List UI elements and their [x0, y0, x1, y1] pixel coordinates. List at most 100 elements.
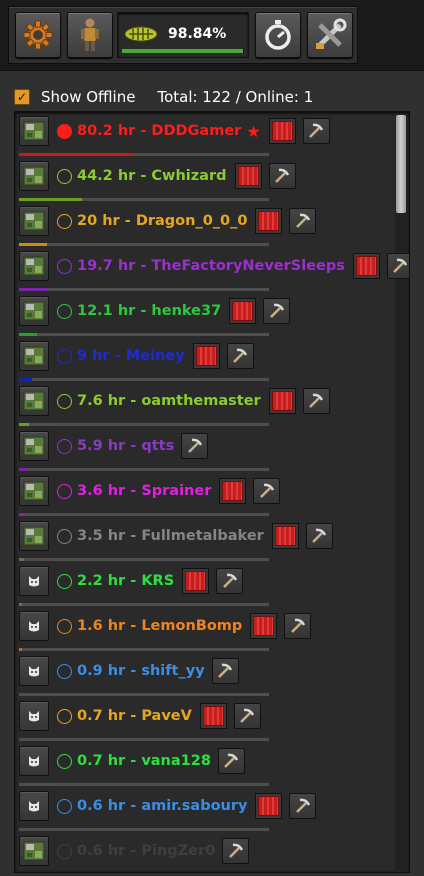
player-flag-button[interactable] — [255, 208, 283, 234]
playtime-bar — [19, 423, 269, 426]
player-pickaxe-button[interactable] — [222, 838, 250, 864]
player-list[interactable]: 80.2 hr - DDDGamer ★ 44.2 hr - Cwhizard 20 … — [14, 111, 410, 873]
player-flag-button[interactable] — [250, 613, 278, 639]
pickaxe-icon — [218, 663, 233, 678]
player-flag-button[interactable] — [182, 568, 210, 594]
gear-icon — [23, 20, 53, 50]
list-scrollbar[interactable] — [395, 114, 407, 870]
playtime-bar-fill — [19, 288, 47, 291]
player-avatar-button[interactable] — [19, 341, 49, 371]
player-pickaxe-button[interactable] — [211, 658, 239, 684]
player-avatar-button[interactable] — [19, 251, 49, 281]
player-pickaxe-button[interactable] — [289, 208, 317, 234]
player-flag-button[interactable] — [229, 298, 257, 324]
player-total: Total: 122 / Online: 1 — [157, 88, 314, 106]
status-indicator — [57, 168, 72, 184]
player-name: 0.6 hr - amir.saboury — [77, 798, 248, 814]
player-flag-button[interactable] — [199, 703, 227, 729]
player-row-content: 19.7 hr - TheFactoryNeverSleeps — [19, 251, 409, 281]
progress-bar — [122, 49, 244, 53]
player-avatar-button[interactable] — [19, 386, 49, 416]
player-pickaxe-button[interactable] — [233, 703, 261, 729]
status-indicator — [57, 438, 72, 454]
player-avatar-button[interactable] — [19, 611, 49, 641]
playtime-bar-fill — [19, 198, 82, 201]
player-avatar-button[interactable] — [19, 206, 49, 236]
player-avatar-button[interactable] — [19, 521, 49, 551]
flag-icon — [185, 571, 207, 591]
player-row-content: 44.2 hr - Cwhizard — [19, 161, 296, 191]
player-avatar-button[interactable] — [19, 836, 49, 866]
player-row: 9 hr - Meiney — [19, 339, 389, 384]
player-row-content: 12.1 hr - henke37 — [19, 296, 291, 326]
player-pickaxe-button[interactable] — [302, 118, 330, 144]
player-pickaxe-button[interactable] — [305, 523, 333, 549]
map-icon — [23, 166, 45, 186]
progress-bar-fill — [122, 49, 243, 53]
player-row-content: 0.7 hr - PaveV — [19, 701, 261, 731]
timer-button[interactable] — [255, 12, 301, 58]
character-button[interactable] — [67, 12, 113, 58]
status-indicator — [57, 753, 72, 769]
flag-icon — [237, 166, 259, 186]
map-icon — [23, 526, 45, 546]
map-icon — [23, 211, 45, 231]
player-pickaxe-button[interactable] — [217, 748, 245, 774]
scrollbar-thumb[interactable] — [396, 115, 406, 213]
player-pickaxe-button[interactable] — [302, 388, 330, 414]
player-avatar-button[interactable] — [19, 656, 49, 686]
player-flag-button[interactable] — [271, 523, 299, 549]
player-pickaxe-button[interactable] — [216, 568, 244, 594]
player-row-content: 20 hr - Dragon_0_0_0 — [19, 206, 317, 236]
player-flag-button[interactable] — [255, 793, 283, 819]
player-row-content: 80.2 hr - DDDGamer ★ — [19, 116, 330, 146]
settings-button[interactable] — [15, 12, 61, 58]
flag-icon — [195, 346, 217, 366]
player-row: 20 hr - Dragon_0_0_0 — [19, 204, 389, 249]
player-flag-button[interactable] — [268, 118, 296, 144]
playtime-bar — [19, 243, 269, 246]
player-avatar-button[interactable] — [19, 476, 49, 506]
player-pickaxe-button[interactable] — [263, 298, 291, 324]
tools-button[interactable] — [307, 12, 353, 58]
player-pickaxe-button[interactable] — [386, 253, 409, 279]
player-avatar-button[interactable] — [19, 296, 49, 326]
player-pickaxe-button[interactable] — [284, 613, 312, 639]
pickaxe-icon — [296, 798, 311, 813]
pickaxe-icon — [187, 438, 202, 453]
player-row: 0.6 hr - amir.saboury — [19, 789, 389, 834]
player-avatar-button[interactable] — [19, 161, 49, 191]
pickaxe-icon — [240, 708, 255, 723]
player-flag-button[interactable] — [234, 163, 262, 189]
player-avatar-button[interactable] — [19, 791, 49, 821]
show-offline-checkbox[interactable]: ✓ — [14, 89, 30, 105]
player-avatar-button[interactable] — [19, 431, 49, 461]
map-icon — [23, 346, 45, 366]
status-indicator — [57, 483, 72, 499]
player-avatar-button[interactable] — [19, 746, 49, 776]
player-pickaxe-button[interactable] — [253, 478, 281, 504]
status-indicator — [57, 303, 72, 319]
player-name: 5.9 hr - qtts — [77, 438, 175, 454]
player-flag-button[interactable] — [352, 253, 380, 279]
player-flag-button[interactable] — [192, 343, 220, 369]
progress-percent: 98.84% — [168, 26, 227, 42]
playtime-bar-fill — [19, 513, 24, 516]
player-pickaxe-button[interactable] — [289, 793, 317, 819]
status-indicator — [57, 528, 72, 544]
player-avatar-button[interactable] — [19, 116, 49, 146]
player-flag-button[interactable] — [219, 478, 247, 504]
player-pickaxe-button[interactable] — [226, 343, 254, 369]
player-avatar-button[interactable] — [19, 566, 49, 596]
show-offline-label[interactable]: Show Offline — [41, 88, 135, 106]
player-name: 3.6 hr - Sprainer — [77, 483, 212, 499]
playtime-bar — [19, 153, 269, 156]
tools-icon — [316, 18, 347, 49]
player-pickaxe-button[interactable] — [181, 433, 209, 459]
status-indicator — [57, 663, 72, 679]
status-indicator — [57, 258, 72, 274]
player-avatar-button[interactable] — [19, 701, 49, 731]
map-icon — [23, 391, 45, 411]
player-pickaxe-button[interactable] — [268, 163, 296, 189]
player-flag-button[interactable] — [268, 388, 296, 414]
